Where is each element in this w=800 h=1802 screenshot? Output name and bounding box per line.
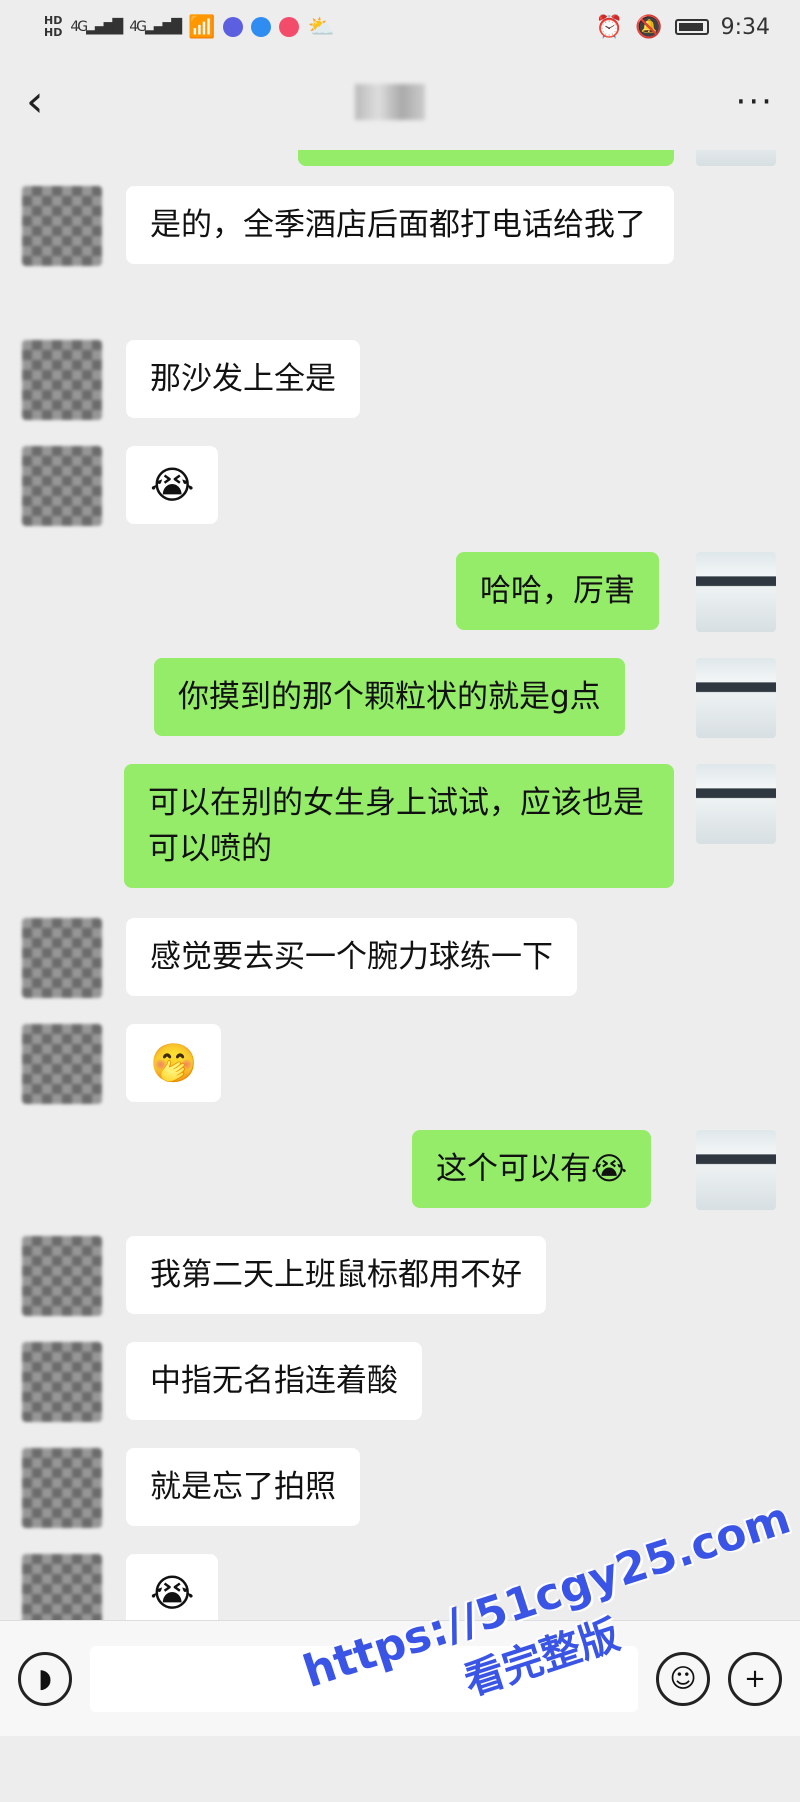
battery-icon: [674, 19, 709, 35]
music-app-icon: [223, 17, 244, 37]
more-button[interactable]: ···: [736, 82, 774, 122]
contact-avatar[interactable]: [22, 1342, 102, 1422]
signal-label-2: 4G: [129, 19, 147, 35]
clock: 9:34: [720, 14, 770, 40]
message-bubble[interactable]: 是的，全季酒店后面都打电话给我了: [126, 186, 674, 264]
self-avatar[interactable]: [696, 764, 776, 844]
video-app-icon: [279, 17, 300, 37]
chat-area[interactable]: 是的，全季酒店后面都打电话给我了 那沙发上全是 😭 哈哈，厉害 你摸到的那个颗粒…: [0, 150, 800, 1620]
message-bubble[interactable]: 你摸到的那个颗粒状的就是g点: [154, 658, 625, 736]
contact-avatar[interactable]: [22, 1448, 102, 1528]
contact-avatar[interactable]: [22, 1236, 102, 1316]
mute-icon: 🔕: [635, 14, 663, 40]
contact-avatar[interactable]: [22, 1024, 102, 1104]
message-bubble[interactable]: 就是忘了拍照: [126, 1448, 360, 1526]
hd-label-2: HD: [44, 26, 63, 39]
status-left: HD HD 4G▂▄▆█ 4G▂▄▆█ 📶 ⛅: [44, 15, 335, 40]
chat-title: [354, 84, 425, 120]
chevron-left-icon[interactable]: ‹: [26, 80, 44, 124]
message-bubble[interactable]: 中指无名指连着酸: [126, 1342, 422, 1420]
partial-message: [298, 150, 674, 166]
contact-avatar[interactable]: [22, 446, 102, 526]
message-bubble[interactable]: 😭: [126, 1554, 219, 1620]
status-right: ⏰ 🔕 9:34: [596, 15, 770, 40]
contact-avatar[interactable]: [22, 186, 102, 266]
message-bubble[interactable]: 😭: [126, 446, 219, 524]
wifi-icon: 📶: [188, 14, 216, 40]
message-bubble[interactable]: 感觉要去买一个腕力球练一下: [126, 918, 577, 996]
signal-icon: 4G▂▄▆█: [70, 19, 123, 35]
hd-indicator: HD HD: [44, 15, 62, 39]
message-bubble[interactable]: 🤭: [126, 1024, 222, 1102]
message-bubble[interactable]: 哈哈，厉害: [456, 552, 659, 630]
message-bubble[interactable]: 可以在别的女生身上试试，应该也是可以喷的: [124, 764, 674, 888]
self-avatar[interactable]: [696, 658, 776, 738]
signal-label-1: 4G: [70, 19, 88, 35]
chat-header: ‹ ···: [0, 54, 800, 150]
self-avatar[interactable]: [696, 552, 776, 632]
weather-icon: ⛅: [307, 14, 335, 40]
self-avatar[interactable]: [696, 150, 776, 166]
message-bubble[interactable]: 我第二天上班鼠标都用不好: [126, 1236, 546, 1314]
browser-app-icon: [251, 17, 272, 37]
signal-icon-2: 4G▂▄▆█: [129, 19, 182, 35]
self-avatar[interactable]: [696, 1130, 776, 1210]
contact-avatar[interactable]: [22, 918, 102, 998]
voice-icon[interactable]: ◗: [18, 1651, 72, 1706]
status-bar: HD HD 4G▂▄▆█ 4G▂▄▆█ 📶 ⛅ ⏰ 🔕 9:34: [0, 0, 800, 54]
contact-avatar[interactable]: [22, 1554, 102, 1620]
message-bubble[interactable]: 这个可以有😭: [412, 1130, 652, 1208]
contact-avatar[interactable]: [22, 340, 102, 420]
alarm-icon: ⏰: [595, 14, 624, 40]
message-bubble[interactable]: 那沙发上全是: [126, 340, 360, 418]
